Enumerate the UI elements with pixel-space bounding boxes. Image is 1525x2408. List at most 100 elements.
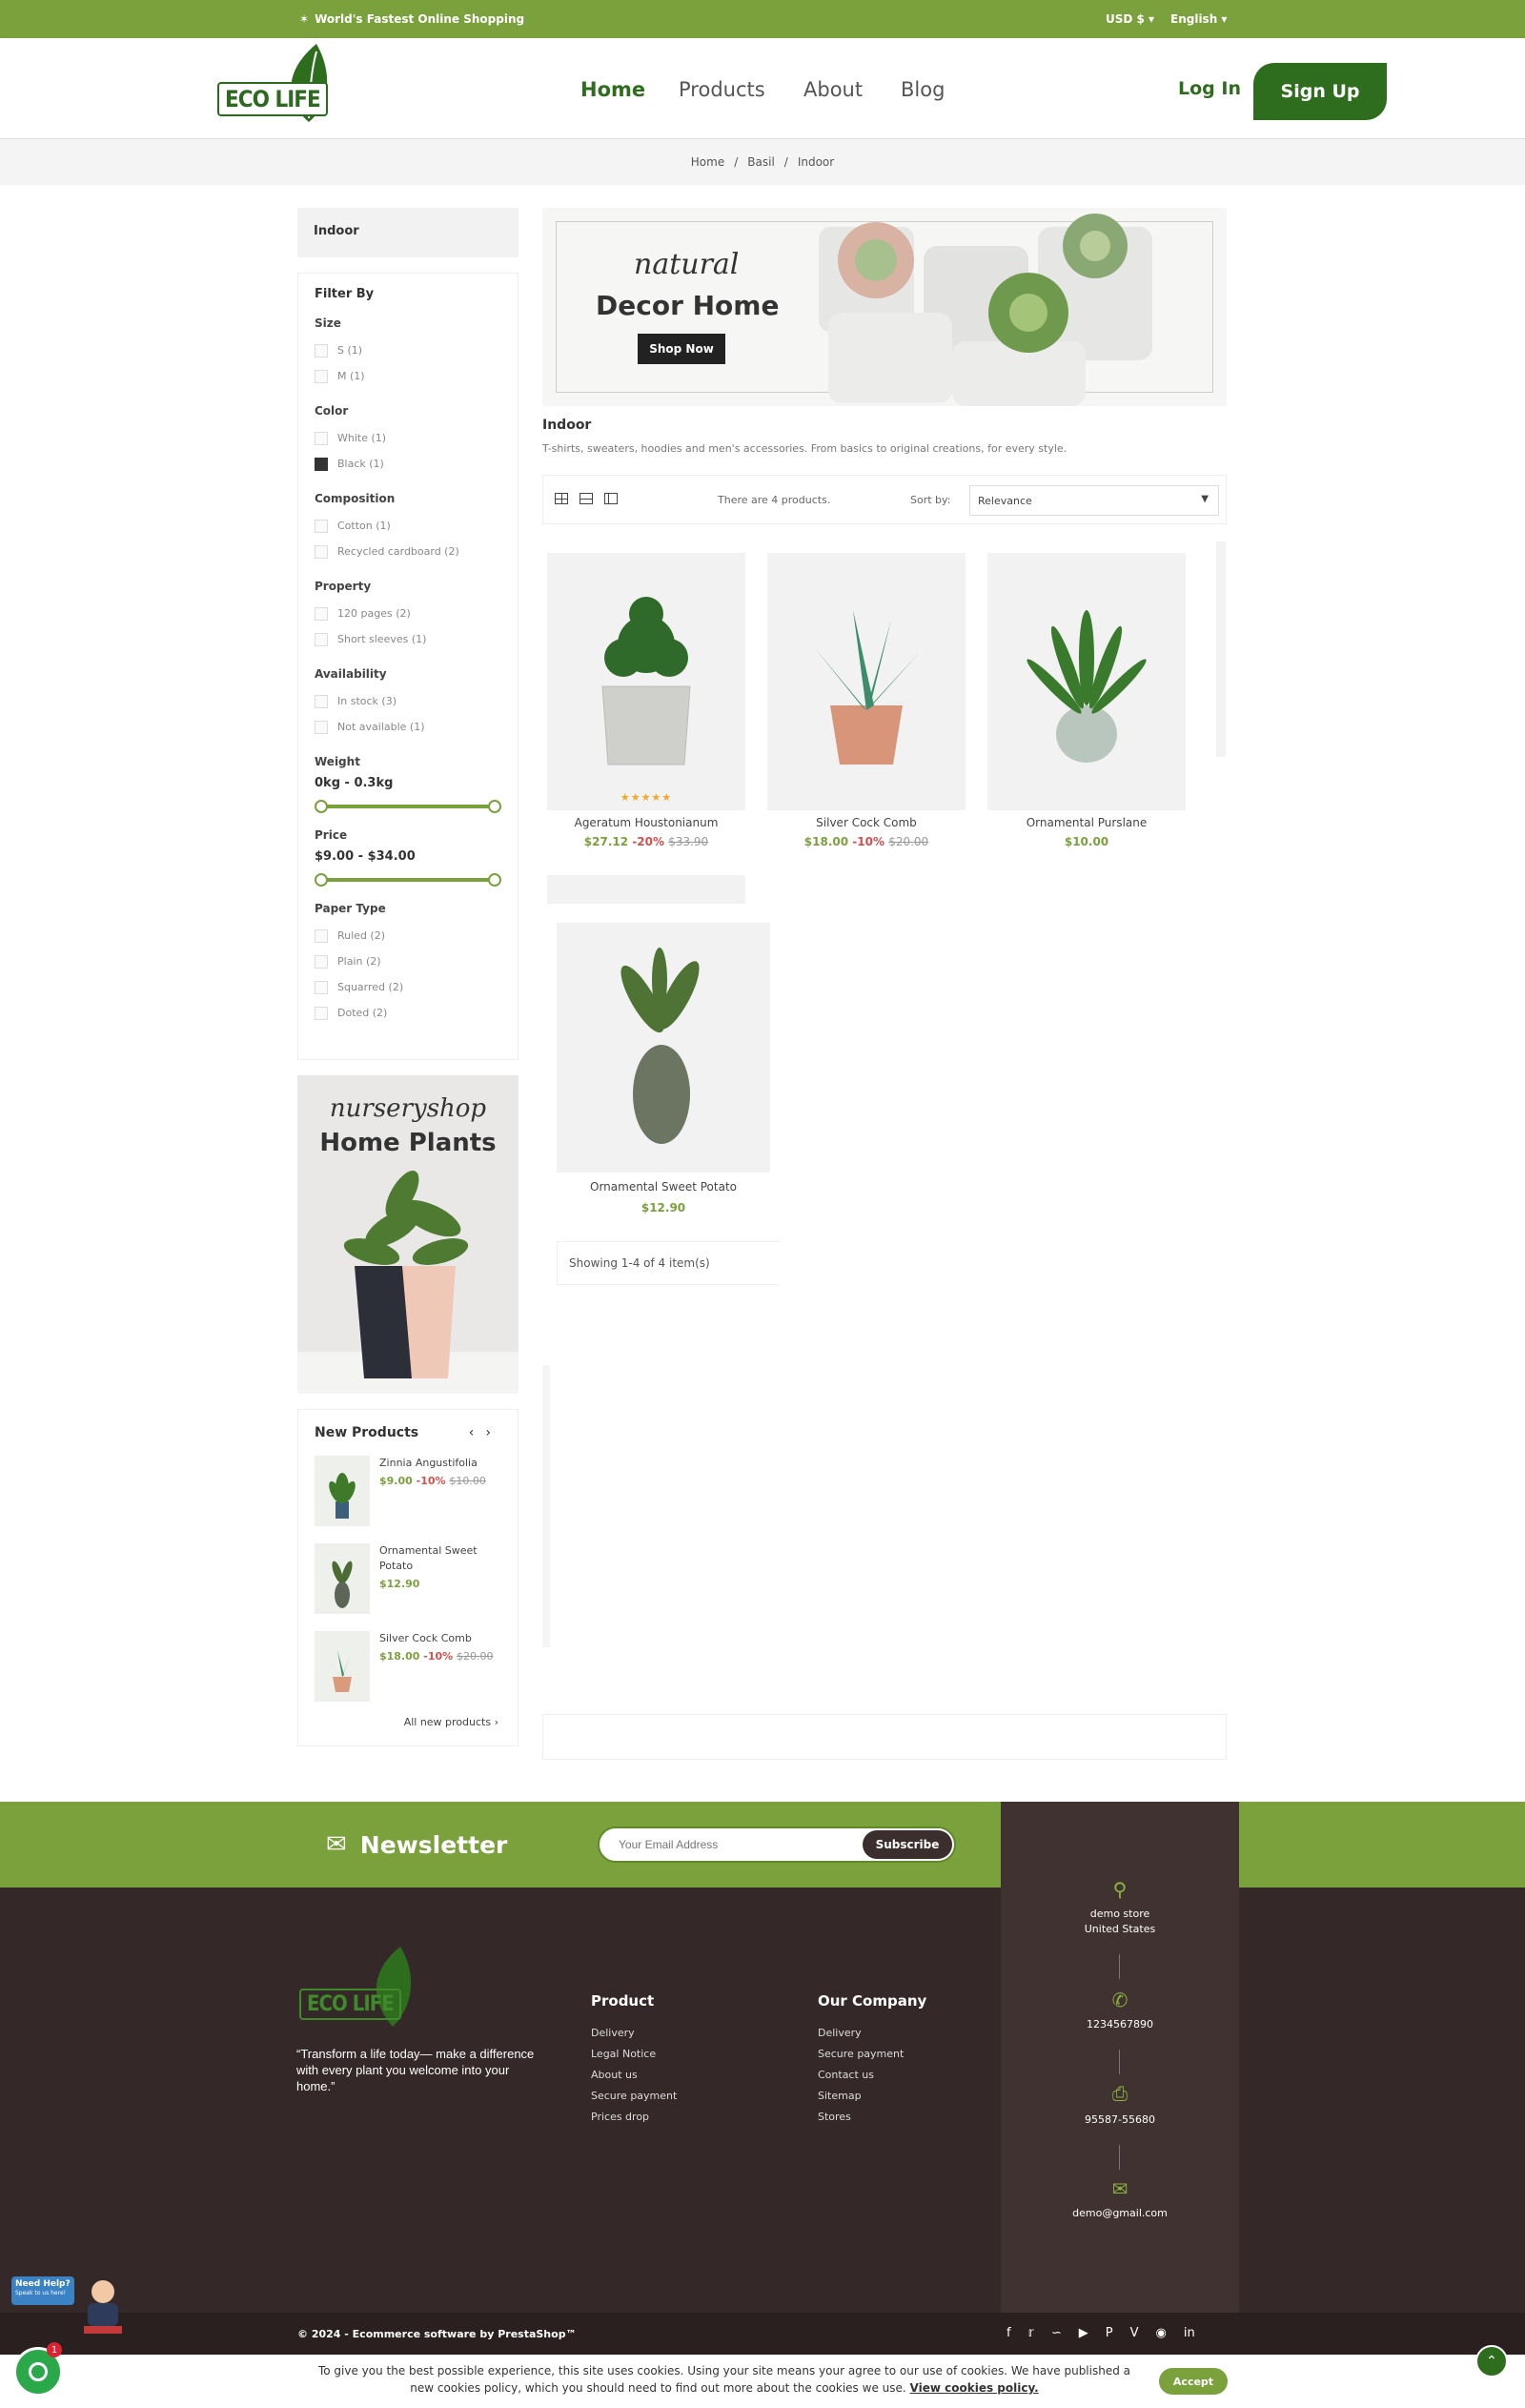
product-image[interactable] — [557, 923, 770, 1173]
filter-120-pages[interactable]: 120 pages (2) — [315, 601, 501, 626]
signup-button[interactable]: Sign Up — [1253, 63, 1387, 120]
sort-select[interactable]: Relevance ▼ — [969, 485, 1219, 516]
checkbox[interactable] — [315, 954, 328, 969]
checkbox[interactable] — [315, 544, 328, 559]
checkbox[interactable] — [315, 694, 328, 708]
product-thumbnail[interactable] — [315, 1543, 370, 1614]
nav-products[interactable]: Products — [679, 78, 765, 101]
filter-short-sleeves[interactable]: Short sleeves (1) — [315, 626, 501, 652]
product-card[interactable]: Silver Cock Comb $18.00 -10% $20.00 — [767, 553, 966, 858]
decor-home-banner[interactable]: natural Decor Home Shop Now — [542, 208, 1227, 406]
chat-button[interactable]: 1 — [13, 2342, 63, 2397]
product-image[interactable] — [987, 553, 1186, 810]
product-name[interactable]: Ornamental Sweet Potato — [557, 1180, 770, 1194]
filter-size-m[interactable]: M (1) — [315, 363, 501, 389]
product-image[interactable]: ★★★★★ — [547, 553, 745, 810]
instagram-icon[interactable]: ◉ — [1156, 2326, 1167, 2340]
product-card[interactable]: Ornamental Purslane $10.00 — [987, 553, 1186, 858]
facebook-icon[interactable]: f — [1006, 2326, 1011, 2340]
youtube-icon[interactable]: ▶ — [1079, 2326, 1088, 2340]
filter-not-available[interactable]: Not available (1) — [315, 714, 501, 740]
color-swatch-white[interactable] — [315, 431, 328, 445]
footer-link[interactable]: Legal Notice — [591, 2048, 656, 2060]
language-selector[interactable]: English ▾ — [1170, 12, 1227, 26]
home-plants-promo[interactable]: nurseryshop Home Plants — [297, 1075, 518, 1394]
new-product-item[interactable]: Ornamental Sweet Potato $12.90 — [315, 1543, 505, 1620]
accept-cookies-button[interactable]: Accept — [1159, 2368, 1228, 2395]
breadcrumb-home[interactable]: Home — [691, 155, 724, 169]
newsletter-email-input[interactable] — [619, 1838, 847, 1851]
product-name[interactable]: Ornamental Purslane — [987, 816, 1186, 829]
footer-link[interactable]: Delivery — [818, 2027, 862, 2039]
footer-logo[interactable]: ECO LIFE — [299, 1947, 433, 2032]
footer-link[interactable]: Secure payment — [591, 2090, 677, 2102]
checkbox[interactable] — [315, 720, 328, 734]
slider-handle-min[interactable] — [315, 800, 328, 813]
shop-now-button[interactable]: Shop Now — [638, 334, 725, 364]
vimeo-icon[interactable]: V — [1130, 2326, 1139, 2340]
grid-view-icon[interactable] — [555, 493, 568, 504]
all-new-products-link[interactable]: All new products › — [404, 1716, 498, 1728]
checkbox[interactable] — [315, 343, 328, 357]
logo[interactable]: ECO LIFE — [217, 42, 337, 122]
footer-link[interactable]: Sitemap — [818, 2090, 862, 2102]
product-thumbnail[interactable] — [315, 1456, 370, 1526]
product-image[interactable] — [767, 553, 966, 810]
footer-link[interactable]: Contact us — [818, 2069, 874, 2081]
new-product-item[interactable]: Silver Cock Comb $18.00 -10% $20.00 — [315, 1631, 505, 1707]
cookie-policy-link[interactable]: View cookies policy. — [910, 2381, 1039, 2395]
filter-size-s[interactable]: S (1) — [315, 337, 501, 363]
product-name[interactable]: Ageratum Houstonianum — [547, 816, 745, 829]
breadcrumb-basil[interactable]: Basil — [747, 155, 775, 169]
filter-cotton[interactable]: Cotton (1) — [315, 513, 501, 539]
need-help-bubble[interactable]: Need Help? Speak to us here! — [11, 2276, 74, 2305]
chevron-right-icon[interactable]: › — [485, 1425, 502, 1440]
product-card[interactable]: ★★★★★ Ageratum Houstonianum $27.12 -20% … — [547, 553, 745, 858]
nav-home[interactable]: Home — [580, 78, 645, 101]
list-view-icon[interactable] — [580, 493, 593, 504]
nav-blog[interactable]: Blog — [901, 78, 945, 101]
scroll-to-top-button[interactable]: ⌃ — [1475, 2345, 1508, 2377]
linkedin-icon[interactable]: in — [1184, 2326, 1195, 2340]
price-slider[interactable] — [315, 873, 501, 887]
checkbox[interactable] — [315, 980, 328, 994]
filter-color-white[interactable]: White (1) — [315, 425, 501, 451]
need-help-widget[interactable]: Need Help? Speak to us here! — [11, 2276, 135, 2345]
currency-selector[interactable]: USD $ ▾ — [1106, 12, 1154, 26]
product-name[interactable]: Silver Cock Comb — [767, 816, 966, 829]
footer-link[interactable]: Prices drop — [591, 2111, 649, 2123]
slider-handle-max[interactable] — [488, 873, 501, 887]
footer-link[interactable]: Stores — [818, 2111, 851, 2123]
checkbox[interactable] — [315, 606, 328, 621]
footer-link[interactable]: Secure payment — [818, 2048, 904, 2060]
filter-color-black[interactable]: Black (1) — [315, 451, 501, 477]
filter-squarred[interactable]: Squarred (2) — [315, 974, 501, 1000]
footer-link[interactable]: About us — [591, 2069, 638, 2081]
color-swatch-black[interactable] — [315, 457, 328, 471]
twitter-icon[interactable]: 𝕣 — [1028, 2326, 1034, 2340]
weight-slider[interactable] — [315, 800, 501, 813]
slider-handle-max[interactable] — [488, 800, 501, 813]
checkbox[interactable] — [315, 929, 328, 943]
subscribe-button[interactable]: Subscribe — [863, 1830, 952, 1859]
checkbox[interactable] — [315, 632, 328, 646]
filter-plain[interactable]: Plain (2) — [315, 949, 501, 974]
filter-doted[interactable]: Doted (2) — [315, 1000, 501, 1026]
pinterest-icon[interactable]: P — [1106, 2326, 1113, 2340]
product-thumbnail[interactable] — [315, 1631, 370, 1702]
checkbox[interactable] — [315, 519, 328, 533]
filter-recycled[interactable]: Recycled cardboard (2) — [315, 539, 501, 564]
rss-icon[interactable]: ∽ — [1051, 2326, 1062, 2340]
table-view-icon[interactable] — [604, 493, 618, 504]
checkbox[interactable] — [315, 1006, 328, 1020]
email-text[interactable]: demo@gmail.com — [1001, 2206, 1239, 2221]
chevron-left-icon[interactable]: ‹ — [469, 1425, 486, 1440]
login-link[interactable]: Log In — [1178, 78, 1241, 99]
filter-in-stock[interactable]: In stock (3) — [315, 688, 501, 714]
checkbox[interactable] — [315, 369, 328, 383]
slider-handle-min[interactable] — [315, 873, 328, 887]
filter-ruled[interactable]: Ruled (2) — [315, 923, 501, 949]
product-card[interactable]: Ornamental Sweet Potato $12.90 — [557, 923, 770, 1228]
nav-about[interactable]: About — [803, 78, 863, 101]
new-product-item[interactable]: Zinnia Angustifolia $9.00 -10% $10.00 — [315, 1456, 505, 1532]
